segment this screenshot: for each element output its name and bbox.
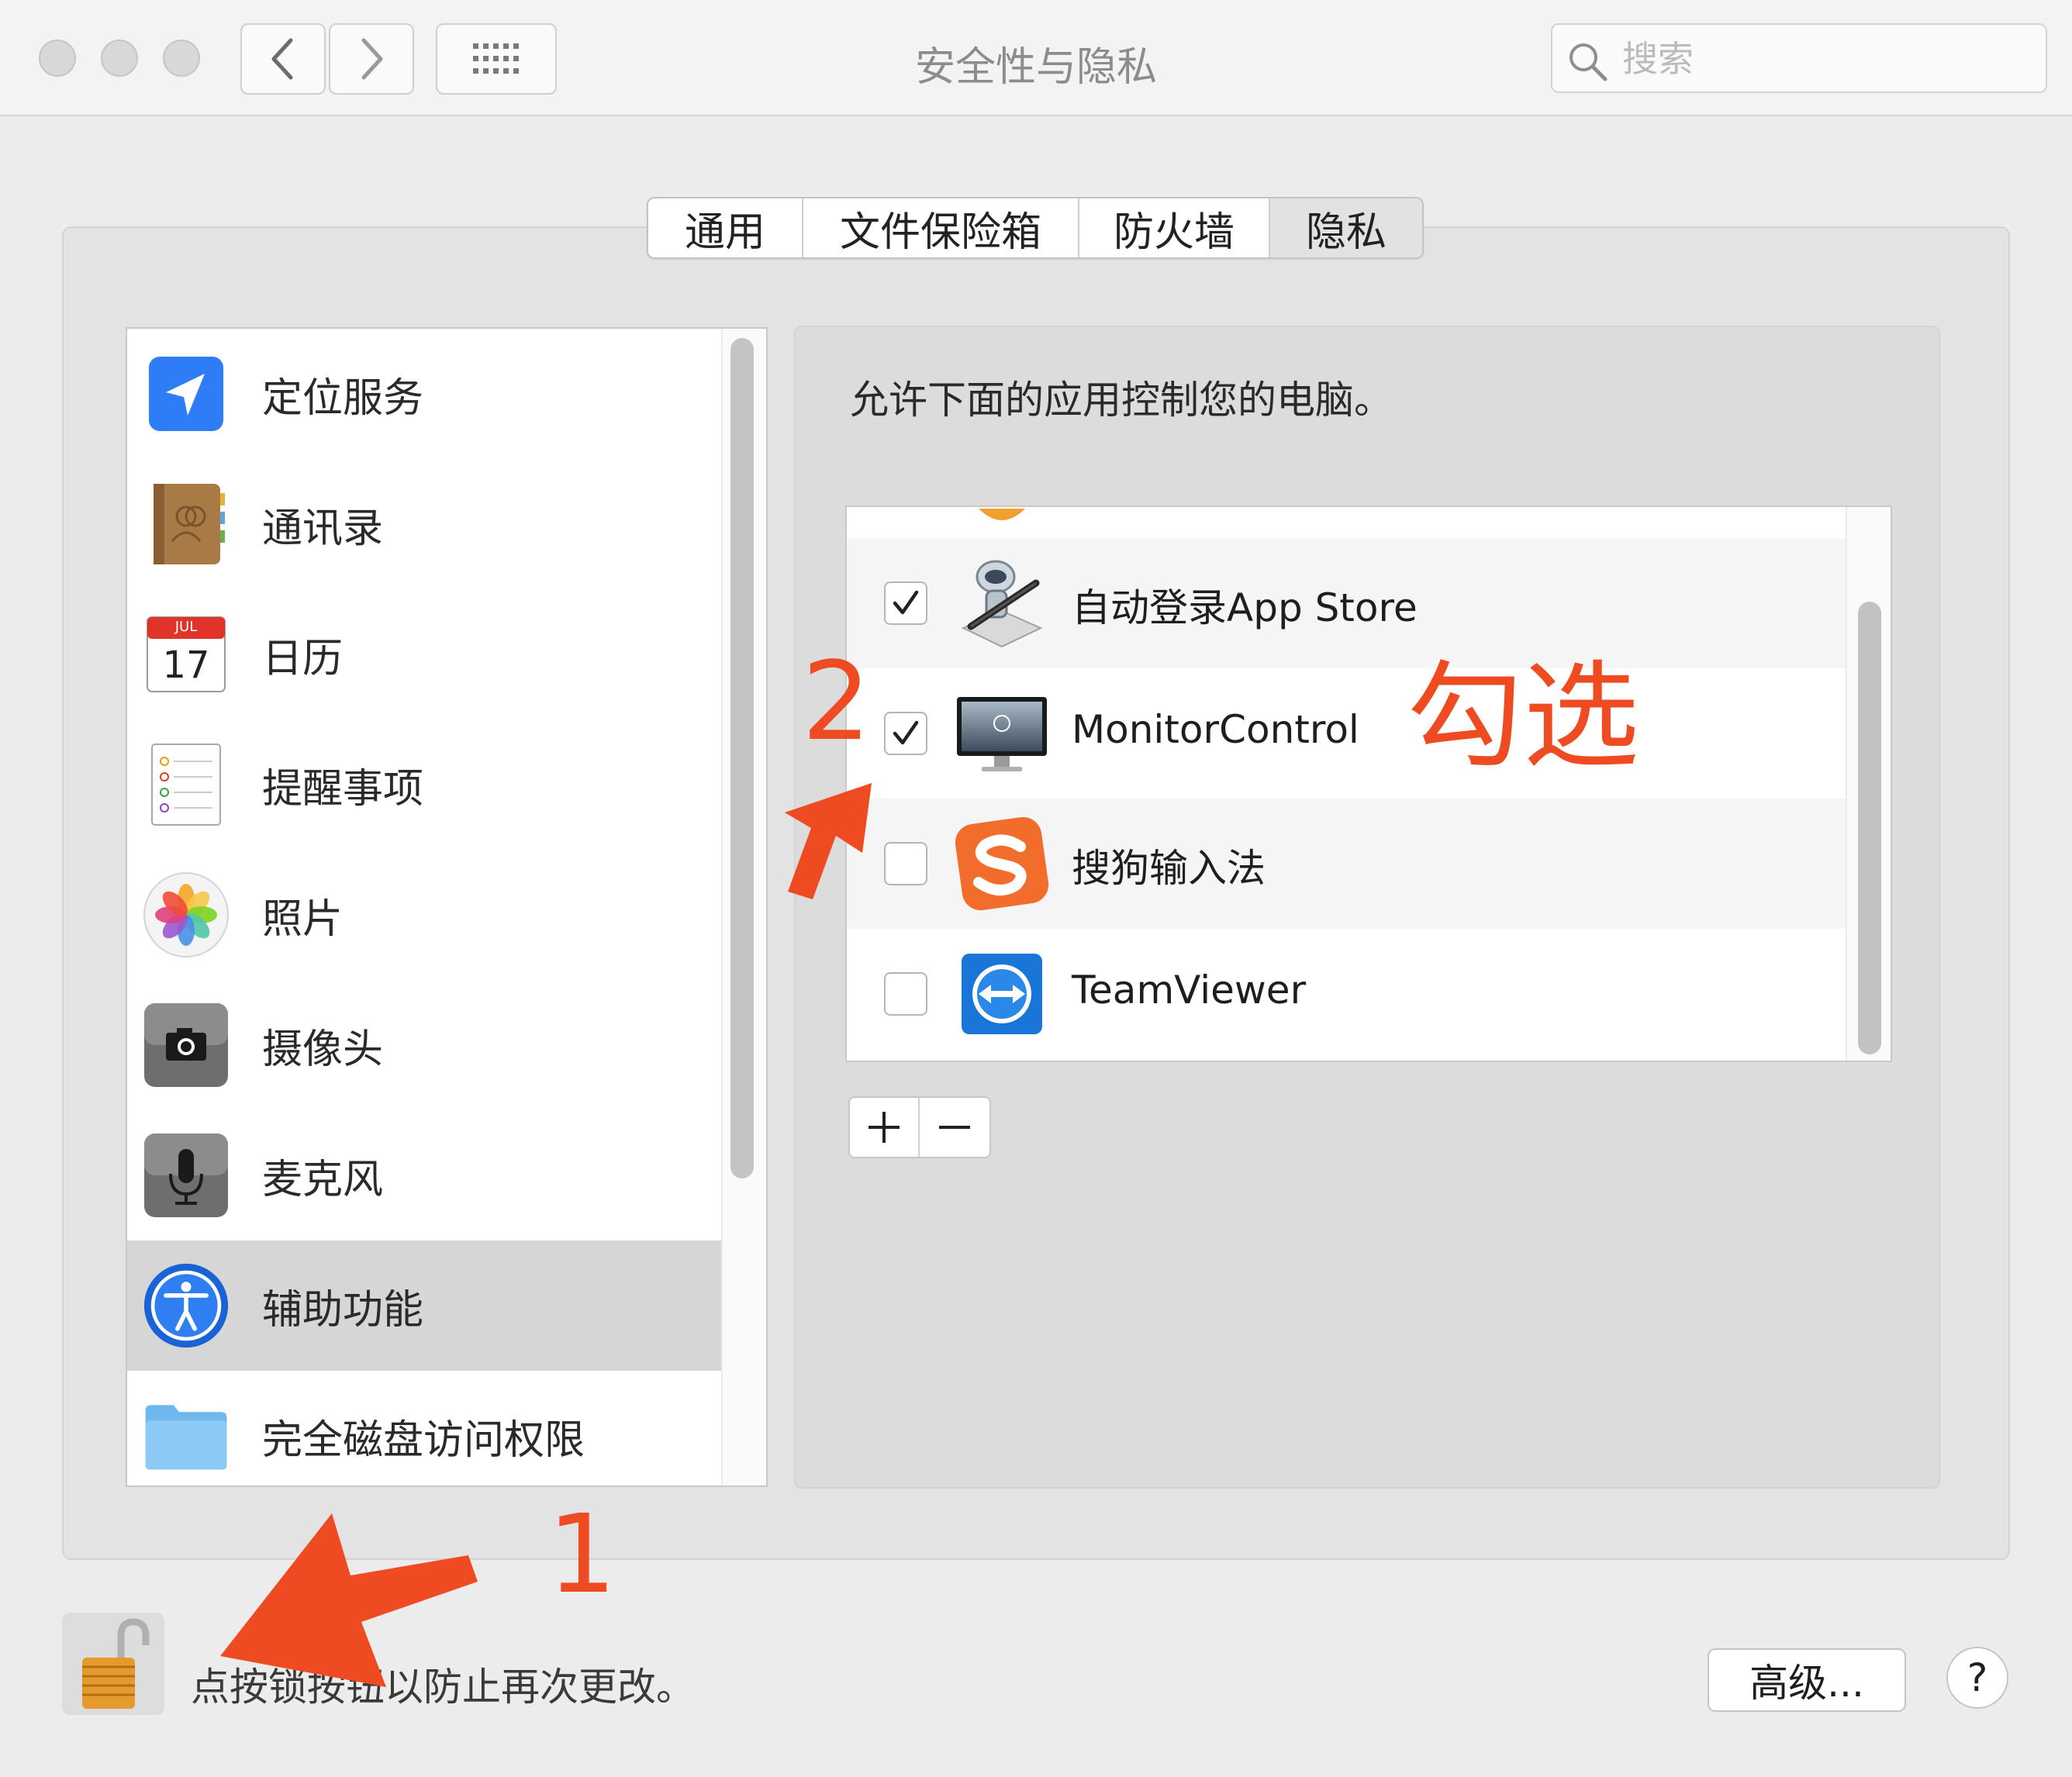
annotation-arrow-1-icon: [220, 1513, 478, 1687]
annotation-arrow-2-icon: [785, 783, 872, 899]
annotation-overlay: [220, 783, 872, 1687]
annotation-check-note: 勾选: [1407, 650, 1640, 785]
annotation-step-1: 1: [547, 1492, 617, 1618]
annotation-step-2: 2: [802, 639, 872, 765]
